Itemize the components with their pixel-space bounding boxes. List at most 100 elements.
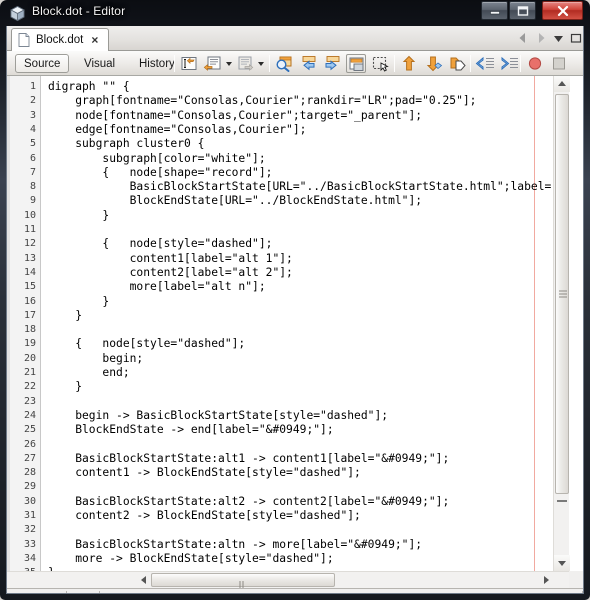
tab-visual[interactable]: Visual: [76, 54, 123, 73]
code-line[interactable]: more -> BlockEndState[style="dashed"];: [48, 552, 333, 566]
scroll-thumb-grip: [239, 576, 247, 589]
cursor-position: 36 | 1: [15, 591, 67, 593]
code-line[interactable]: }: [48, 380, 82, 394]
code-editor[interactable]: 1 2 3 4 5 6 7 8 9 10 11 12 13 14 15 16 17 18 19 20 21 22 23 24 2…: [7, 76, 583, 571]
code-line[interactable]: begin -> BasicBlockStartState[style="das…: [48, 409, 388, 423]
code-line[interactable]: content2 -> BlockEndState[style="dashed"…: [48, 509, 361, 523]
shift-right-icon[interactable]: [499, 54, 519, 73]
scroll-right-button[interactable]: [539, 572, 555, 588]
horizontal-scroll-track[interactable]: [151, 572, 539, 589]
minimize-button[interactable]: [481, 1, 508, 20]
insert-bookmark-icon[interactable]: [179, 54, 199, 73]
find-previous-icon[interactable]: [298, 54, 318, 73]
code-line[interactable]: digraph "" {: [48, 80, 130, 94]
scroll-annotation-mark: [557, 500, 567, 502]
line-number: 11: [23, 224, 36, 235]
code-line[interactable]: content1[label="alt 1"];: [48, 252, 293, 266]
document-icon: [18, 33, 30, 47]
find-icon[interactable]: [274, 54, 294, 73]
line-number: 31: [23, 510, 36, 521]
maximize-button[interactable]: [509, 1, 536, 20]
code-line[interactable]: begin;: [48, 352, 143, 366]
line-number: 33: [23, 538, 36, 550]
shift-left-icon[interactable]: [475, 54, 495, 73]
tab-strip: Block.dot ×: [7, 26, 583, 52]
scroll-up-button[interactable]: [554, 76, 570, 92]
code-line[interactable]: BasicBlockStartState:alt2 -> content2[la…: [48, 495, 449, 509]
code-line[interactable]: edge[fontname="Consolas,Courier"];: [48, 123, 306, 137]
window-titlebar[interactable]: Block.dot - Editor: [0, 0, 590, 26]
code-line[interactable]: }: [48, 309, 82, 323]
code-line[interactable]: BasicBlockStartState:altn -> more[label=…: [48, 538, 422, 552]
code-line[interactable]: BlockEndState -> end[label="&#0949;"];: [48, 423, 333, 437]
code-line[interactable]: { node[style="dashed"];: [48, 337, 245, 351]
vertical-scrollbar[interactable]: [553, 76, 570, 571]
previous-bookmark-icon[interactable]: [399, 54, 419, 73]
code-line[interactable]: BasicBlockStartState[URL="../BasicBlockS…: [48, 180, 553, 194]
code-line[interactable]: { node[shape="record"];: [48, 166, 272, 180]
scroll-thumb-grip: [559, 290, 567, 298]
line-number: 13: [23, 252, 36, 264]
maximize-document-icon[interactable]: [568, 30, 583, 46]
shift-line-right-icon[interactable]: [235, 54, 255, 73]
find-next-icon[interactable]: [322, 54, 342, 73]
gutter-edge: [7, 76, 10, 571]
toolbar-separator: [520, 55, 521, 72]
scroll-down-button[interactable]: [554, 555, 570, 571]
line-number: 24: [23, 409, 36, 421]
tab-close-icon[interactable]: ×: [89, 33, 100, 47]
scroll-tabs-left-icon[interactable]: [516, 30, 531, 46]
line-number: 22: [23, 381, 36, 393]
shift-line-left-icon[interactable]: [203, 54, 223, 73]
line-number: 27: [23, 452, 36, 464]
record-macro-icon[interactable]: [525, 54, 545, 73]
vertical-scroll-thumb[interactable]: [555, 94, 569, 494]
code-line[interactable]: more[label="alt n"];: [48, 280, 266, 294]
line-number: 8: [29, 181, 36, 193]
rectangular-selection-icon[interactable]: [370, 54, 390, 73]
next-bookmark-icon[interactable]: [423, 54, 443, 73]
line-number: 25: [23, 424, 36, 436]
code-text-area[interactable]: digraph "" { graph[fontname="Consolas,Co…: [42, 76, 553, 571]
code-line[interactable]: }: [48, 209, 109, 223]
scroll-left-button[interactable]: [135, 572, 151, 588]
horizontal-scrollbar[interactable]: [7, 571, 569, 589]
code-line[interactable]: graph[fontname="Consolas,Courier";rankdi…: [48, 94, 476, 108]
tab-history[interactable]: History: [131, 54, 183, 73]
chevron-down-icon[interactable]: [256, 54, 266, 73]
code-line[interactable]: { node[style="dashed"];: [48, 237, 272, 251]
code-line[interactable]: subgraph[color="white"];: [48, 152, 265, 166]
toolbar-separator: [470, 55, 471, 72]
line-number: 2: [29, 95, 36, 107]
line-number: 1: [29, 81, 36, 92]
tab-source[interactable]: Source: [15, 54, 70, 73]
line-number: 4: [29, 123, 36, 135]
code-line[interactable]: content1 -> BlockEndState[style="dashed"…: [48, 466, 361, 480]
stop-macro-icon[interactable]: [549, 54, 569, 73]
toggle-bookmark-icon[interactable]: [447, 54, 467, 73]
code-line[interactable]: BlockEndState[URL="../BlockEndState.html…: [48, 194, 422, 208]
close-button[interactable]: [542, 1, 583, 20]
code-line[interactable]: content2[label="alt 2"];: [48, 266, 293, 280]
tab-label: Block.dot: [36, 34, 84, 46]
line-number: 6: [29, 152, 36, 164]
document-tab-block-dot[interactable]: Block.dot ×: [11, 28, 110, 52]
line-number: 32: [23, 524, 36, 536]
line-number-gutter: 1 2 3 4 5 6 7 8 9 10 11 12 13 14 15 16 17 18 19 20 21 22 23 24 2…: [7, 76, 41, 571]
line-number: 17: [23, 309, 36, 321]
horizontal-scroll-thumb[interactable]: [151, 573, 335, 589]
scroll-tabs-right-icon[interactable]: [533, 30, 548, 46]
code-line[interactable]: end;: [48, 366, 129, 380]
chevron-down-icon[interactable]: [551, 30, 566, 46]
toggle-highlight-icon[interactable]: [346, 54, 366, 73]
insert-mode-indicator: INS: [67, 591, 101, 593]
line-number: 10: [23, 209, 36, 221]
code-line[interactable]: subgraph cluster0 {: [48, 137, 204, 151]
line-number: 23: [23, 395, 36, 407]
window-title: Block.dot - Editor: [32, 4, 126, 18]
code-line[interactable]: }: [48, 295, 109, 309]
code-line[interactable]: node[fontname="Consolas,Courier";target=…: [48, 109, 422, 123]
chevron-down-icon[interactable]: [224, 54, 234, 73]
line-number: 7: [29, 166, 36, 178]
code-line[interactable]: BasicBlockStartState:alt1 -> content1[la…: [48, 452, 449, 466]
